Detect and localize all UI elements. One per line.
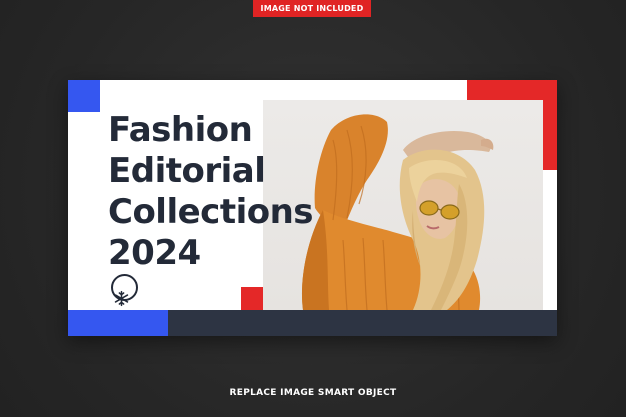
title-year-row: 2024 [108, 233, 313, 307]
banner-title: Fashion Editorial Collections 2024 [108, 110, 314, 307]
title-line-3: Collections [108, 192, 314, 232]
blue-footer-block [68, 310, 168, 336]
banner-mockup: Fashion Editorial Collections 2024 [68, 80, 557, 336]
red-corner-bar-vertical [543, 80, 557, 170]
replace-image-caption: REPLACE IMAGE SMART OBJECT [229, 388, 397, 398]
snowflake-icon [111, 274, 138, 307]
title-line-1: Fashion [108, 110, 253, 150]
title-line-2: Editorial [108, 151, 266, 191]
navy-footer-bar [168, 310, 557, 336]
blue-corner-block [68, 80, 100, 112]
title-line-4: 2024 [108, 233, 201, 273]
image-not-included-badge: IMAGE NOT INCLUDED [253, 0, 371, 17]
badge-label: IMAGE NOT INCLUDED [260, 4, 364, 13]
